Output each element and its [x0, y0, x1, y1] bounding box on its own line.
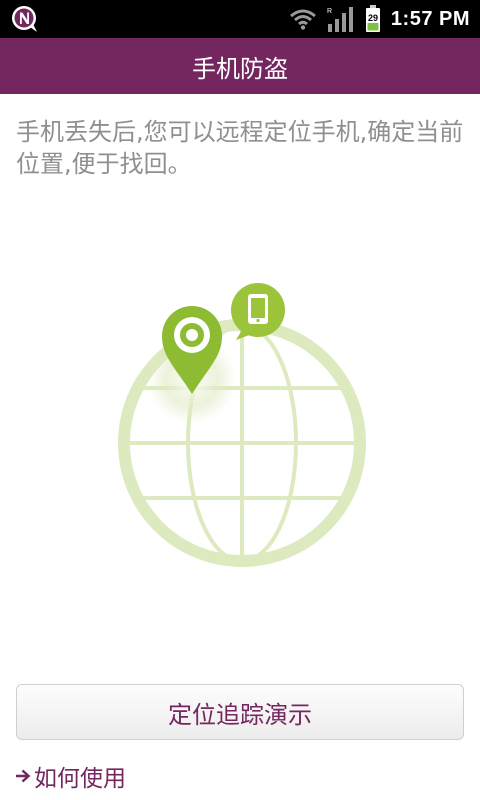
- app-n-icon: [12, 6, 37, 32]
- page-title: 手机防盗: [192, 54, 288, 83]
- status-bar: R 29 1:57 PM: [0, 0, 480, 38]
- battery-icon: 29: [365, 5, 380, 32]
- title-bar: 手机防盗: [0, 38, 480, 94]
- how-to-use-link[interactable]: 如何使用: [14, 758, 126, 794]
- how-to-use-label: 如何使用: [34, 766, 126, 792]
- location-tracking-demo-button[interactable]: 定位追踪演示: [16, 684, 464, 740]
- description-text: 手机丢失后,您可以远程定位手机,确定当前位置,便于找回。: [16, 118, 464, 178]
- signal-icon: R: [327, 7, 353, 32]
- battery-level: 29: [368, 13, 378, 23]
- roaming-indicator: R: [327, 8, 332, 15]
- wifi-icon: [289, 9, 316, 30]
- status-time: 1:57 PM: [390, 7, 470, 30]
- anti-theft-illustration: [118, 283, 366, 567]
- arrow-right-icon: [16, 769, 31, 783]
- demo-button-label: 定位追踪演示: [168, 700, 312, 729]
